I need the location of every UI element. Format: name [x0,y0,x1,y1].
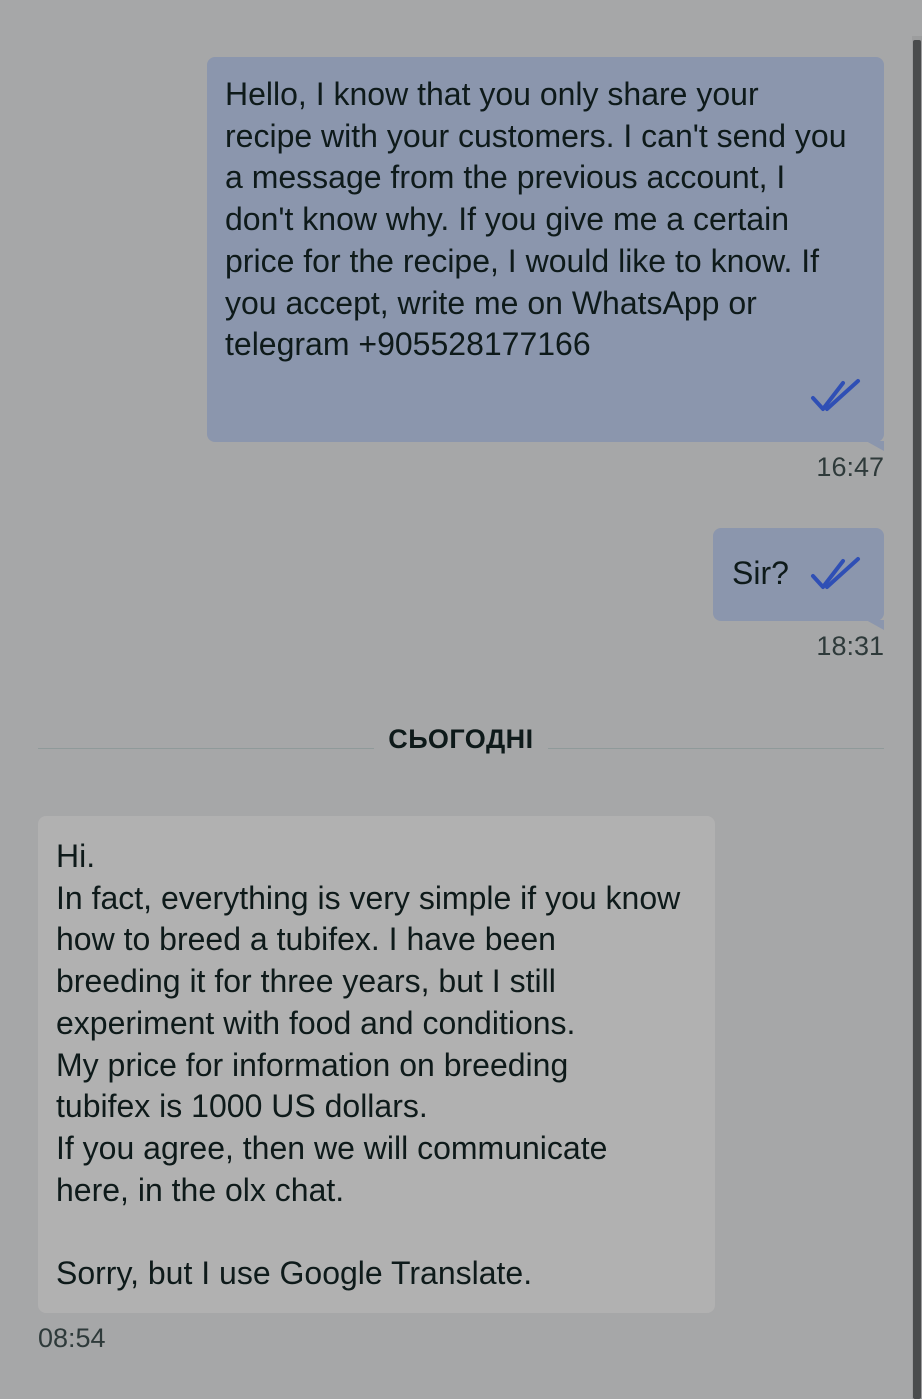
outgoing-message-bubble[interactable]: Hello, I know that you only share your r… [207,57,884,451]
message-timestamp: 16:47 [816,452,884,482]
message-text: Hi. In fact, everything is very simple i… [56,838,681,1292]
divider-line-right [548,748,884,749]
outgoing-message-bubble[interactable]: Sir? [713,528,884,630]
message-timestamp: 18:31 [816,631,884,661]
double-check-read-icon [811,379,860,411]
message-timestamp: 08:54 [38,1323,106,1353]
divider-line-left [38,748,374,749]
scrollbar-thumb[interactable] [913,40,921,1399]
incoming-message-bubble[interactable]: Hi. In fact, everything is very simple i… [38,816,715,1313]
message-text: Hello, I know that you only share your r… [225,76,847,363]
double-check-read-icon [811,557,860,589]
date-divider-label: СЬОГОДНІ [388,724,534,754]
